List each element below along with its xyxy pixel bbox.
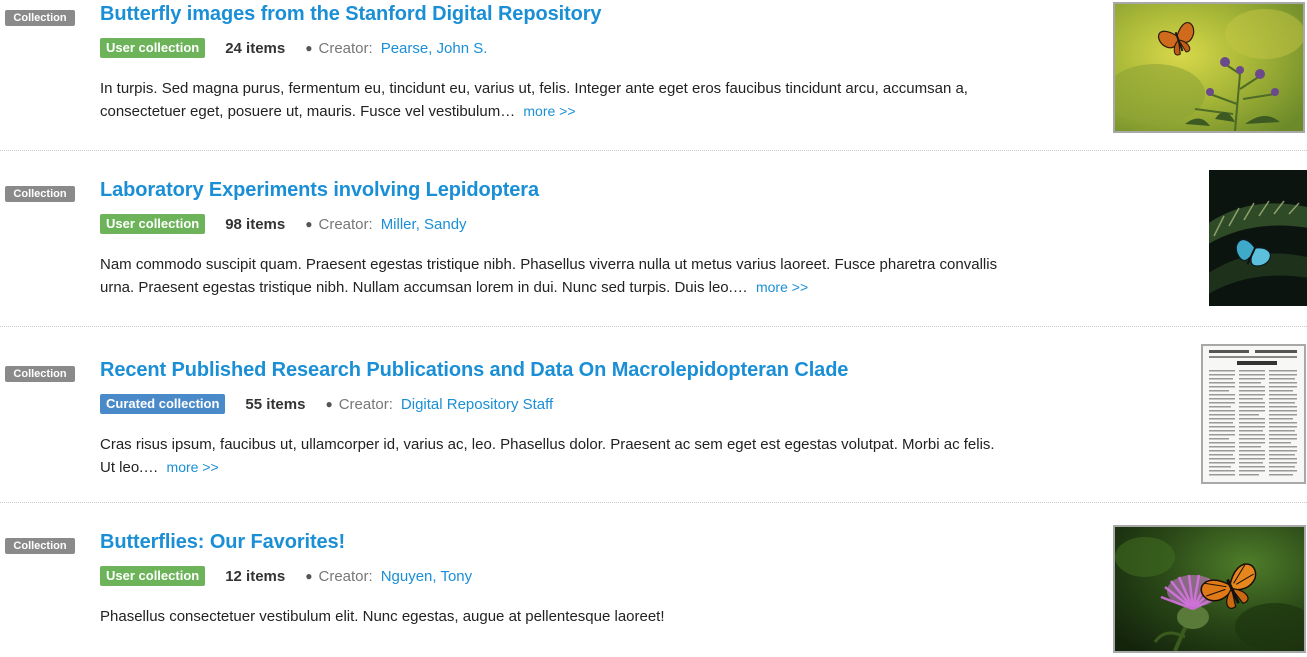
document-page-image [1203,346,1304,482]
creator-label: Creator: [318,567,373,585]
description-text: Phasellus consectetuer vestibulum elit. … [100,608,665,625]
item-count: 24 items [225,39,286,57]
result-meta: Curated collection 55 items ● Creator: D… [100,394,553,414]
result-description: Nam commodo suscipit quam. Praesent eges… [100,254,1000,299]
result-thumbnail[interactable] [1113,2,1305,133]
item-count: 55 items [245,395,306,413]
result-thumbnail[interactable] [1113,525,1306,653]
butterfly-leaf-image [1209,170,1307,306]
butterfly-thistle-image [1115,527,1304,651]
result-title-link[interactable]: Butterflies: Our Favorites! [100,531,345,554]
more-link[interactable]: more >> [167,459,219,475]
result-item: Collection Laboratory Experiments involv… [0,170,1307,316]
type-badge: Collection [5,10,75,26]
bullet-separator: ● [305,569,313,583]
more-link[interactable]: more >> [756,279,808,295]
butterfly-flower-image [1115,4,1303,131]
type-badge: Collection [5,186,75,202]
result-title-link[interactable]: Recent Published Research Publications a… [100,359,848,382]
result-thumbnail[interactable] [1201,344,1306,484]
result-title-link[interactable]: Laboratory Experiments involving Lepidop… [100,179,539,202]
collection-type-badge: User collection [100,214,206,234]
result-description: Phasellus consectetuer vestibulum elit. … [100,606,1000,628]
collection-type-badge: User collection [100,566,206,586]
result-meta: User collection 12 items ● Creator: Nguy… [100,566,472,586]
creator-label: Creator: [338,395,393,413]
creator-link[interactable]: Nguyen, Tony [381,568,472,585]
creator-link[interactable]: Digital Repository Staff [401,396,553,413]
type-badge: Collection [5,538,75,554]
bullet-separator: ● [305,217,313,231]
result-meta: User collection 98 items ● Creator: Mill… [100,214,467,234]
creator-label: Creator: [318,39,373,57]
bullet-separator: ● [305,41,313,55]
collection-type-badge: Curated collection [100,394,226,414]
description-text: Nam commodo suscipit quam. Praesent eges… [100,256,998,296]
collection-type-badge: User collection [100,38,206,58]
type-badge: Collection [5,366,75,382]
creator-link[interactable]: Pearse, John S. [381,40,488,57]
result-item: Collection Butterfly images from the Sta… [0,0,1307,140]
result-divider [0,502,1307,503]
more-link[interactable]: more >> [523,103,575,119]
result-title-link[interactable]: Butterfly images from the Stanford Digit… [100,3,602,26]
result-thumbnail[interactable] [1209,170,1307,306]
item-count: 98 items [225,215,286,233]
result-item: Collection Butterflies: Our Favorites! U… [0,525,1307,657]
result-divider [0,326,1307,327]
item-count: 12 items [225,567,286,585]
result-item: Collection Recent Published Research Pub… [0,344,1307,496]
result-meta: User collection 24 items ● Creator: Pear… [100,38,487,58]
result-divider [0,150,1307,151]
result-description: Cras risus ipsum, faucibus ut, ullamcorp… [100,434,1000,479]
result-description: In turpis. Sed magna purus, fermentum eu… [100,78,1000,123]
creator-label: Creator: [318,215,373,233]
creator-link[interactable]: Miller, Sandy [381,216,467,233]
description-text: Cras risus ipsum, faucibus ut, ullamcorp… [100,436,995,476]
bullet-separator: ● [325,397,333,411]
